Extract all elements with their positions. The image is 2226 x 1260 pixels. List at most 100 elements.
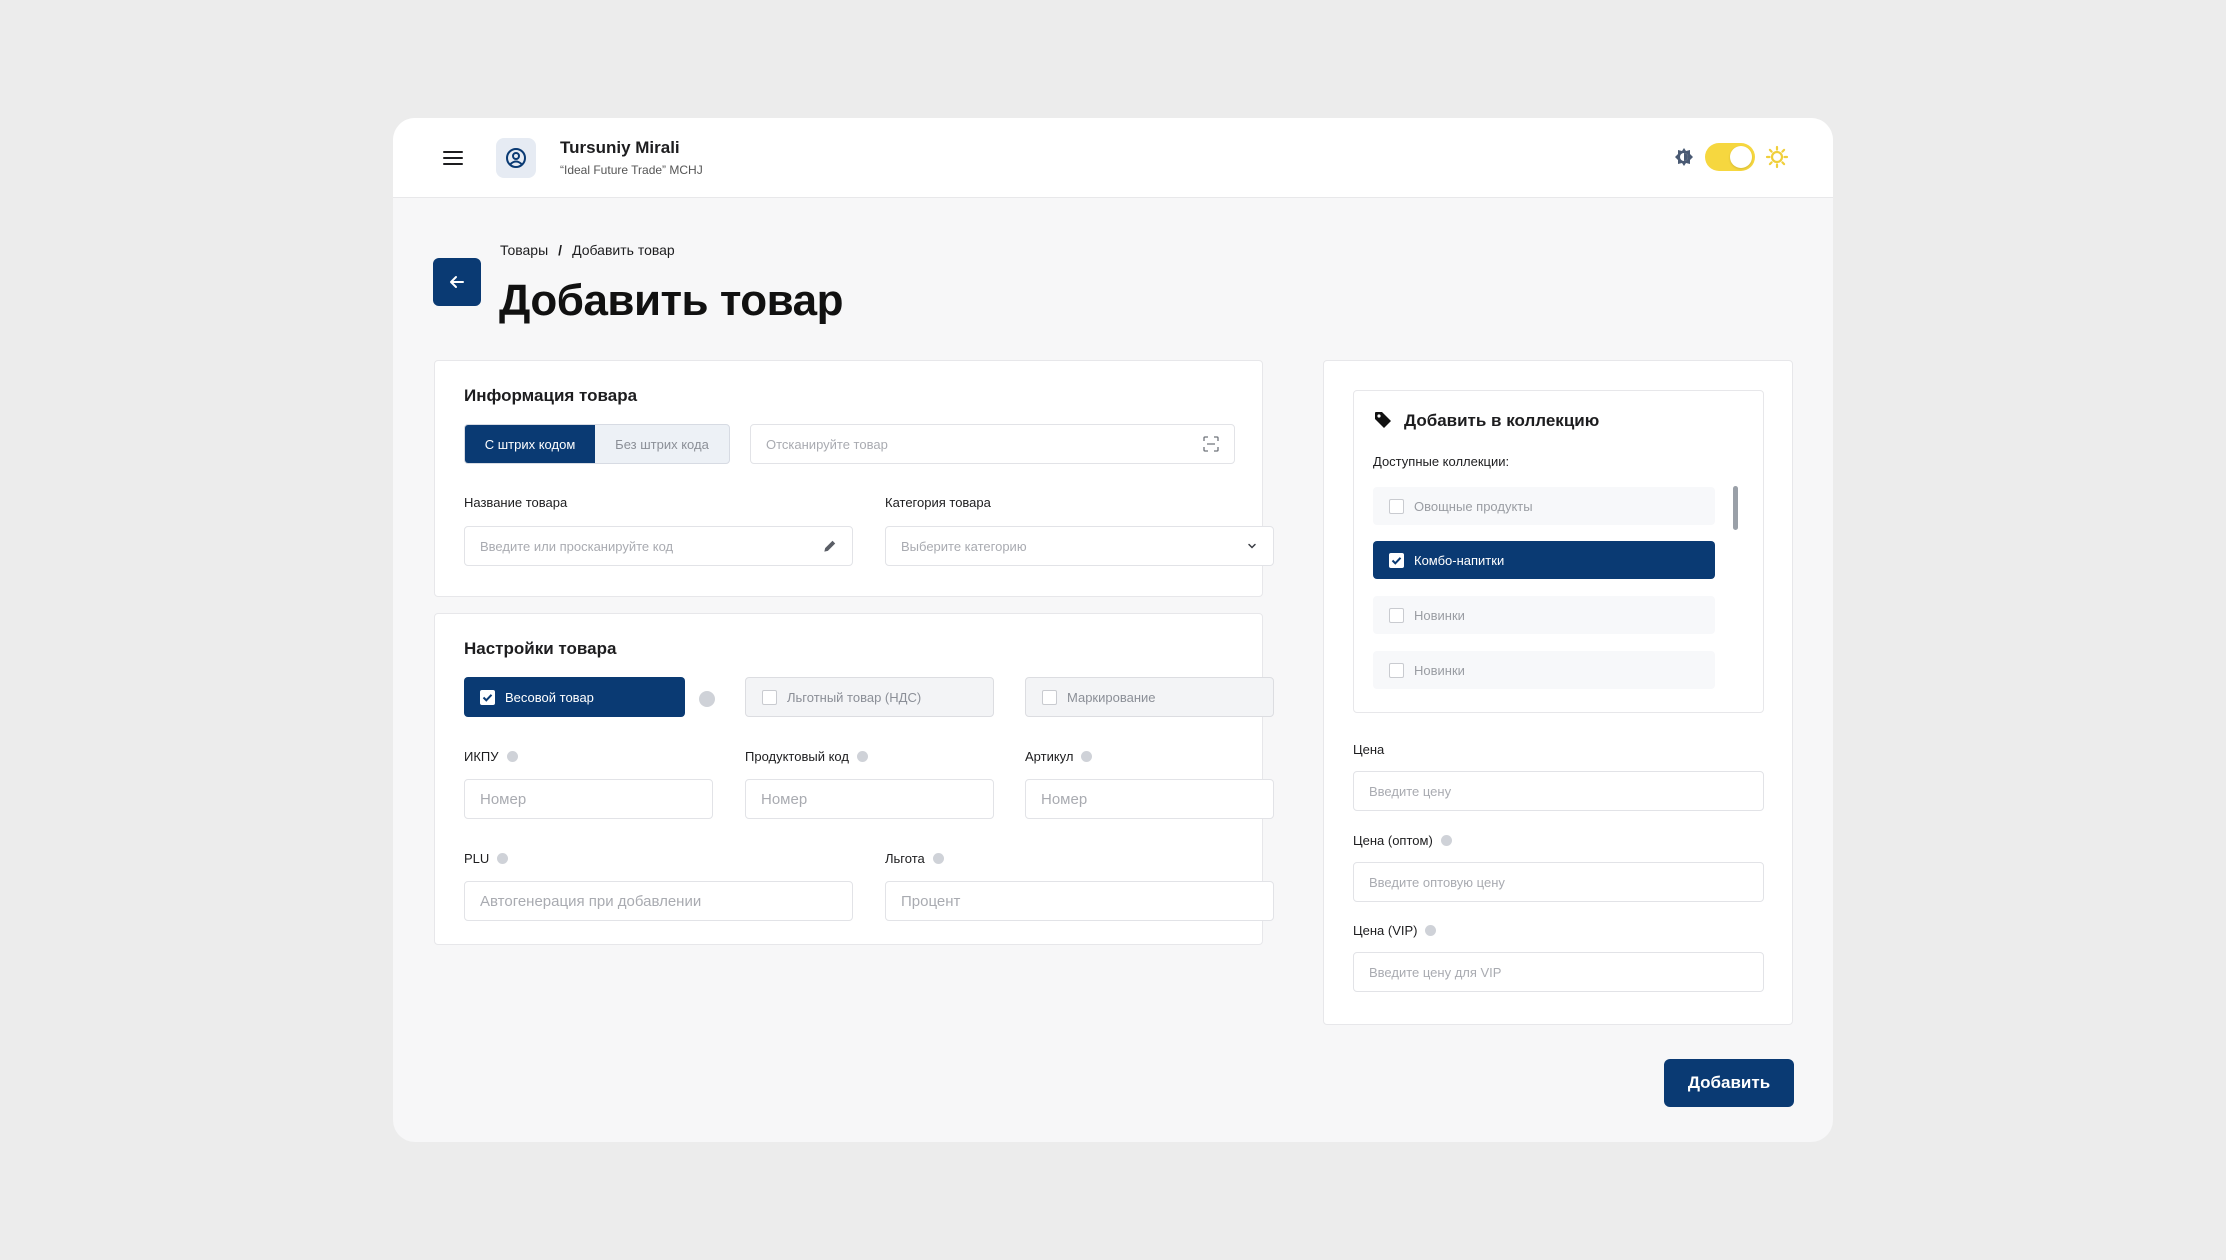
marking-label: Маркирование — [1067, 689, 1156, 705]
scan-product-input[interactable]: Отсканируйте товар — [750, 424, 1235, 464]
collection-item[interactable]: Овощные продукты — [1373, 487, 1715, 525]
collection-item[interactable]: Новинки — [1373, 596, 1715, 634]
benefit-placeholder: Процент — [901, 892, 961, 910]
ikpu-input[interactable]: Номер — [464, 779, 713, 819]
vip-price-placeholder: Введите цену для VIP — [1369, 964, 1502, 980]
collection-item[interactable]: Новинки — [1373, 651, 1715, 689]
vip-price-label: Цена (VIP) — [1353, 923, 1437, 938]
wholesale-price-placeholder: Введите оптовую цену — [1369, 874, 1505, 890]
info-icon[interactable] — [699, 691, 715, 707]
menu-icon[interactable] — [441, 147, 465, 169]
checkbox-icon — [1042, 689, 1057, 705]
back-button[interactable] — [433, 258, 481, 306]
moon-icon[interactable] — [1673, 146, 1695, 168]
plu-label-text: PLU — [464, 851, 490, 866]
collections-title: Добавить в коллекцию — [1404, 411, 1600, 430]
user-circle-icon — [506, 148, 526, 168]
side-panel: Добавить в коллекцию Доступные коллекции… — [1323, 360, 1793, 1025]
plu-input[interactable]: Автогенерация при добавлении — [464, 881, 853, 921]
info-icon[interactable] — [1440, 835, 1452, 846]
breadcrumb: Товары / Добавить товар — [500, 242, 675, 258]
benefit-label-text: Льгота — [885, 851, 925, 866]
collection-label: Овощные продукты — [1414, 498, 1533, 514]
add-button[interactable]: Добавить — [1664, 1059, 1794, 1107]
checkbox-icon — [1389, 498, 1404, 514]
product-name-placeholder: Введите или просканируйте код — [480, 538, 674, 554]
info-icon[interactable] — [932, 853, 944, 864]
collection-label: Новинки — [1414, 607, 1465, 623]
avatar[interactable] — [496, 138, 536, 178]
wholesale-price-input[interactable]: Введите оптовую цену — [1353, 862, 1764, 902]
ikpu-label: ИКПУ — [464, 749, 518, 764]
vat-benefit-label: Льготный товар (НДС) — [787, 689, 922, 705]
product-code-input[interactable]: Номер — [745, 779, 994, 819]
ikpu-label-text: ИКПУ — [464, 749, 499, 764]
tab-with-barcode[interactable]: С штрих кодом — [465, 425, 595, 463]
tab-without-barcode[interactable]: Без штрих кода — [595, 425, 729, 463]
product-info-title: Информация товара — [464, 386, 638, 405]
checkbox-icon — [1389, 662, 1404, 678]
product-settings-card: Настройки товара Весовой товар Льготный … — [434, 613, 1274, 945]
page-title: Добавить товар — [499, 276, 844, 325]
benefit-label: Льгота — [885, 851, 944, 866]
price-placeholder: Введите цену — [1369, 783, 1452, 799]
scan-icon[interactable] — [1203, 436, 1219, 452]
price-input[interactable]: Введите цену — [1353, 771, 1764, 811]
info-icon[interactable] — [497, 853, 509, 864]
info-icon[interactable] — [856, 751, 868, 762]
breadcrumb-parent[interactable]: Товары — [500, 242, 548, 258]
checkbox-icon — [480, 689, 495, 705]
vip-price-label-text: Цена (VIP) — [1353, 923, 1418, 938]
sun-icon[interactable] — [1765, 145, 1789, 169]
article-label-text: Артикул — [1025, 749, 1074, 764]
product-settings-title: Настройки товара — [464, 639, 617, 658]
chevron-down-icon — [1248, 543, 1256, 549]
vat-benefit-checkbox[interactable]: Льготный товар (НДС) — [745, 677, 994, 717]
marking-checkbox[interactable]: Маркирование — [1025, 677, 1274, 717]
company-name: “Ideal Future Trade” MCHJ — [560, 163, 703, 177]
weight-product-label: Весовой товар — [505, 689, 594, 705]
scan-product-placeholder: Отсканируйте товар — [766, 436, 888, 452]
vip-price-input[interactable]: Введите цену для VIP — [1353, 952, 1764, 992]
product-code-label: Продуктовый код — [745, 749, 868, 764]
article-label: Артикул — [1025, 749, 1093, 764]
theme-toggle[interactable] — [1705, 143, 1755, 171]
checkbox-icon — [762, 689, 777, 705]
ikpu-placeholder: Номер — [480, 790, 527, 808]
info-icon[interactable] — [1425, 925, 1437, 936]
product-code-placeholder: Номер — [761, 790, 808, 808]
user-name: Tursuniy Mirali — [560, 138, 680, 157]
top-header: Tursuniy Mirali “Ideal Future Trade” MCH… — [393, 118, 1833, 198]
price-label-text: Цена — [1353, 742, 1385, 757]
article-placeholder: Номер — [1041, 790, 1088, 808]
category-label: Категория товара — [885, 495, 991, 510]
plu-placeholder: Автогенерация при добавлении — [480, 892, 702, 910]
collection-label: Комбо-напитки — [1414, 552, 1505, 568]
product-name-input[interactable]: Введите или просканируйте код — [464, 526, 853, 566]
pencil-icon[interactable] — [823, 539, 837, 553]
breadcrumb-current: Добавить товар — [572, 242, 675, 258]
product-info-card: Информация товара С штрих кодом Без штри… — [434, 360, 1274, 597]
info-icon[interactable] — [506, 751, 518, 762]
theme-switcher — [1673, 143, 1789, 171]
product-code-label-text: Продуктовый код — [745, 749, 849, 764]
wholesale-price-label: Цена (оптом) — [1353, 833, 1452, 848]
checkbox-icon — [1389, 552, 1404, 568]
breadcrumb-separator: / — [558, 242, 563, 258]
collections-scrollbar[interactable] — [1733, 486, 1738, 530]
checkbox-icon — [1389, 607, 1404, 623]
weight-product-checkbox[interactable]: Весовой товар — [464, 677, 685, 717]
plu-label: PLU — [464, 851, 509, 866]
category-select[interactable]: Выберите категорию — [885, 526, 1274, 566]
category-placeholder: Выберите категорию — [901, 538, 1027, 554]
available-collections-label: Доступные коллекции: — [1373, 454, 1510, 469]
tag-icon — [1375, 412, 1391, 428]
article-input[interactable]: Номер — [1025, 779, 1274, 819]
info-icon[interactable] — [1081, 751, 1093, 762]
app-window: Tursuniy Mirali “Ideal Future Trade” MCH… — [393, 118, 1833, 1142]
benefit-input[interactable]: Процент — [885, 881, 1274, 921]
wholesale-price-label-text: Цена (оптом) — [1353, 833, 1433, 848]
collection-item[interactable]: Комбо-напитки — [1373, 541, 1715, 579]
arrow-left-icon — [450, 276, 464, 288]
collections-box: Добавить в коллекцию Доступные коллекции… — [1353, 390, 1764, 713]
